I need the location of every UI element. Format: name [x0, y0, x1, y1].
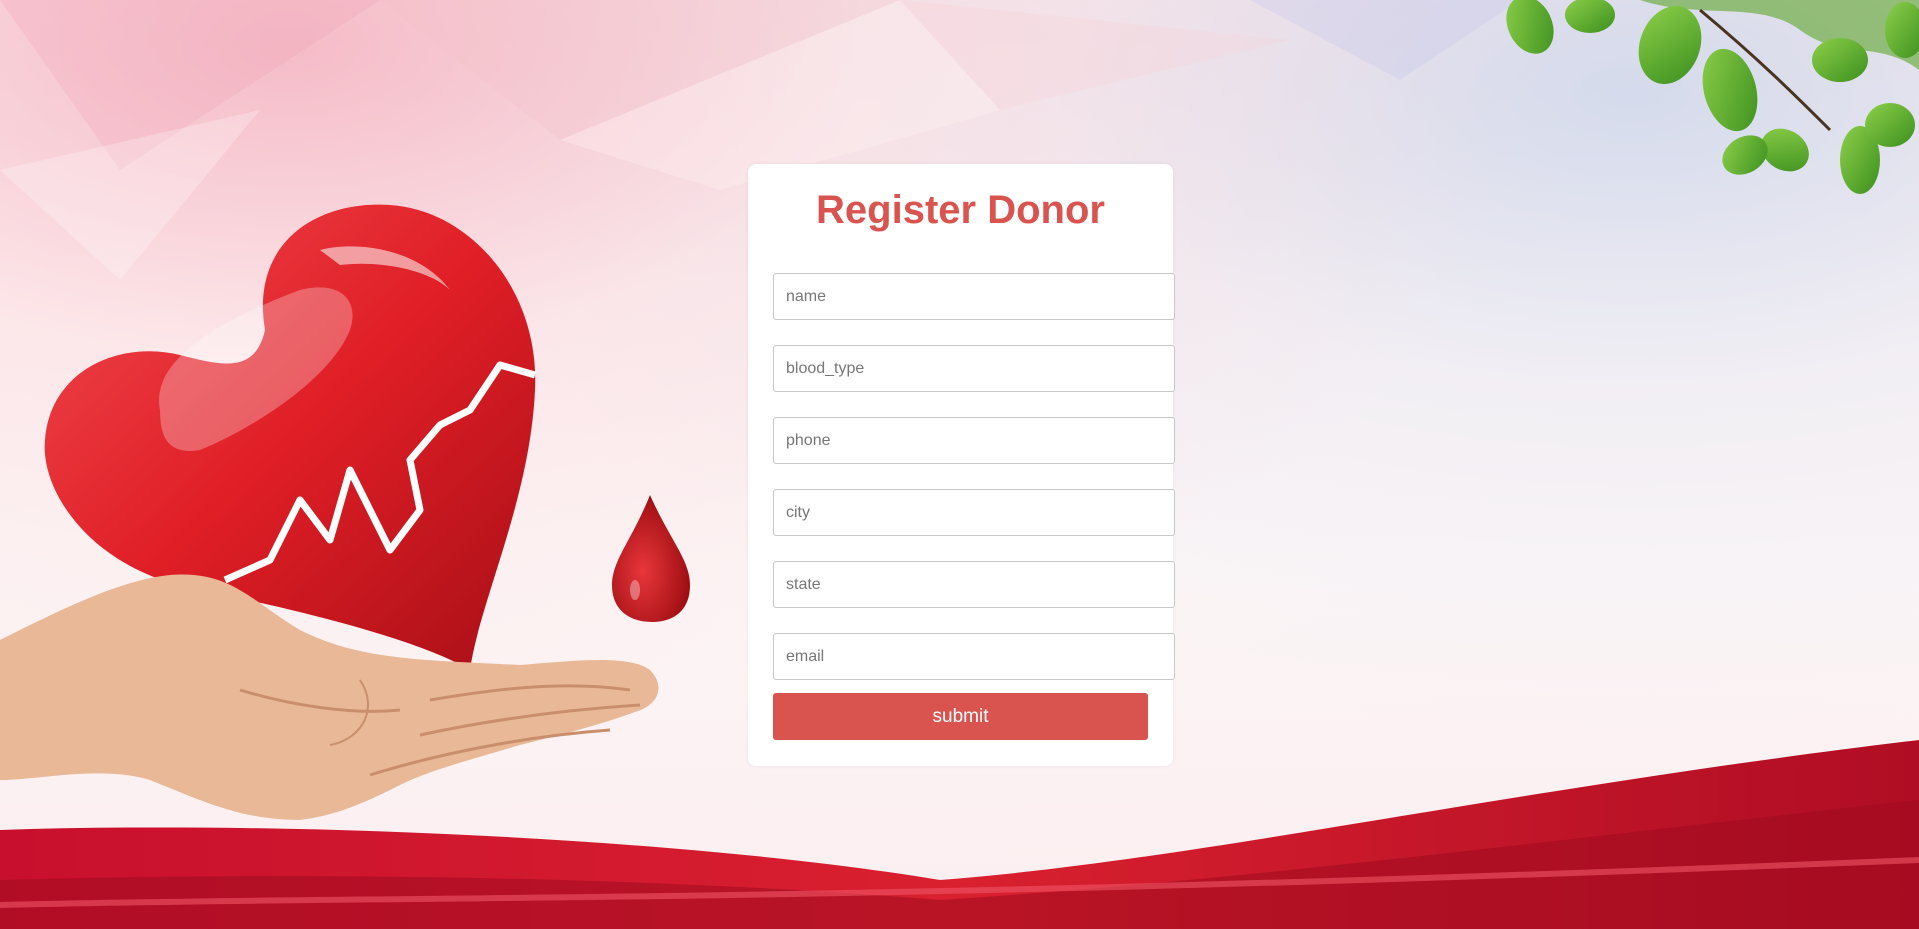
email-input[interactable]	[773, 633, 1175, 680]
register-donor-card: Register Donor submit	[748, 164, 1175, 766]
blood-drop-icon	[612, 495, 690, 622]
submit-button[interactable]: submit	[773, 693, 1148, 740]
name-input[interactable]	[773, 273, 1175, 320]
city-input[interactable]	[773, 489, 1175, 536]
form-title: Register Donor	[816, 188, 1105, 232]
blood-type-input[interactable]	[773, 345, 1175, 392]
state-input[interactable]	[773, 561, 1175, 608]
phone-input[interactable]	[773, 417, 1175, 464]
leaves-decoration	[1506, 0, 1919, 194]
